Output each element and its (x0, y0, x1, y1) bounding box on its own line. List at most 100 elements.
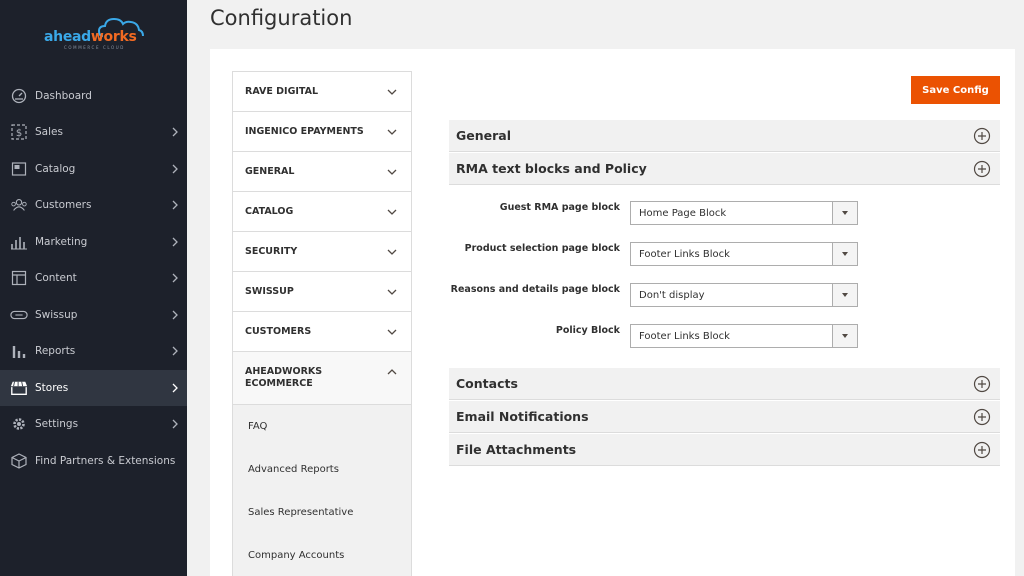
sidebar-item-swissup[interactable]: Swissup (0, 297, 187, 333)
sidebar-item-label: Settings (35, 418, 79, 430)
tab-customers[interactable]: CUSTOMERS (233, 312, 411, 352)
customers-icon (10, 196, 28, 214)
chevron-down-icon (387, 289, 397, 295)
sidebar-item-label: Swissup (35, 309, 78, 321)
dollar-icon: $ (10, 123, 28, 141)
sidebar-item-marketing[interactable]: Marketing (0, 224, 187, 260)
sidebar-item-label: Sales (35, 126, 63, 138)
save-config-button[interactable]: Save Config (911, 76, 1000, 104)
logo-subtitle: COMMERCE CLOUD (64, 45, 125, 50)
chevron-down-icon (387, 169, 397, 175)
dashboard-icon (10, 87, 28, 105)
field-label-reasons-details: Reasons and details page block (450, 284, 620, 295)
chevron-right-icon (172, 310, 178, 320)
content-icon (10, 269, 28, 287)
tab-label: CUSTOMERS (245, 326, 312, 337)
tab-catalog[interactable]: CATALOG (233, 192, 411, 232)
sidebar-item-find-partners[interactable]: Find Partners & Extensions (0, 443, 187, 479)
tab-aheadworks-ecommerce[interactable]: AHEADWORKS ECOMMERCE (233, 352, 411, 405)
logo-text: aheadworks (44, 29, 137, 45)
section-title: General (456, 128, 511, 143)
sidebar-item-label: Content (35, 272, 77, 284)
sub-item-company-accounts[interactable]: Company Accounts (233, 534, 411, 576)
config-tabs: RAVE DIGITAL INGENICO EPAYMENTS GENERAL … (232, 71, 412, 576)
section-general[interactable]: General (449, 120, 1000, 152)
chevron-up-icon (387, 369, 397, 375)
select-arrow (832, 202, 857, 224)
swissup-icon (10, 306, 28, 324)
select-arrow (832, 325, 857, 347)
tab-label: SWISSUP (245, 286, 294, 297)
triangle-down-icon (842, 334, 848, 338)
chevron-down-icon (387, 89, 397, 95)
triangle-down-icon (842, 252, 848, 256)
sidebar-item-label: Find Partners & Extensions (35, 455, 176, 467)
sidebar-item-content[interactable]: Content (0, 260, 187, 296)
select-value: Footer Links Block (639, 249, 730, 260)
sidebar-item-customers[interactable]: Customers (0, 187, 187, 223)
chevron-right-icon (172, 273, 178, 283)
field-label-policy-block: Policy Block (555, 325, 620, 336)
policy-block-select[interactable]: Footer Links Block (630, 324, 858, 348)
tab-label: CATALOG (245, 206, 294, 217)
sidebar-item-label: Reports (35, 345, 76, 357)
chevron-right-icon (172, 419, 178, 429)
plus-circle-icon (973, 160, 991, 178)
sidebar-item-sales[interactable]: $ Sales (0, 114, 187, 150)
section-file-attachments[interactable]: File Attachments (449, 434, 1000, 466)
chevron-down-icon (387, 329, 397, 335)
chevron-down-icon (387, 129, 397, 135)
sidebar-item-label: Stores (35, 382, 69, 394)
section-contacts[interactable]: Contacts (449, 368, 1000, 400)
chevron-right-icon (172, 346, 178, 356)
tab-label: RAVE DIGITAL (245, 86, 319, 97)
chevron-right-icon (172, 237, 178, 247)
section-email-notifications[interactable]: Email Notifications (449, 401, 1000, 433)
select-arrow (832, 284, 857, 306)
sidebar-item-label: Catalog (35, 163, 76, 175)
marketing-icon (10, 233, 28, 251)
svg-text:$: $ (16, 128, 22, 139)
box-icon (10, 452, 28, 470)
guest-rma-page-block-select[interactable]: Home Page Block (630, 201, 858, 225)
chevron-down-icon (387, 209, 397, 215)
tab-security[interactable]: SECURITY (233, 232, 411, 272)
reasons-details-page-block-select[interactable]: Don't display (630, 283, 858, 307)
select-value: Footer Links Block (639, 331, 730, 342)
chevron-right-icon (172, 383, 178, 393)
plus-circle-icon (973, 441, 991, 459)
tab-label: GENERAL (245, 166, 295, 177)
section-rma-text-blocks[interactable]: RMA text blocks and Policy (449, 153, 1000, 185)
tab-ingenico-epayments[interactable]: INGENICO EPAYMENTS (233, 112, 411, 152)
sidebar-item-label: Customers (35, 199, 92, 211)
aheadworks-logo[interactable]: aheadworks COMMERCE CLOUD (0, 8, 187, 58)
plus-circle-icon (973, 375, 991, 393)
sidebar-item-catalog[interactable]: Catalog (0, 151, 187, 187)
page-title: Configuration (210, 6, 353, 30)
gear-icon (10, 415, 28, 433)
sidebar-item-stores[interactable]: Stores (0, 370, 187, 406)
tab-swissup[interactable]: SWISSUP (233, 272, 411, 312)
sidebar-item-settings[interactable]: Settings (0, 406, 187, 442)
tab-rave-digital[interactable]: RAVE DIGITAL (233, 72, 411, 112)
section-title: RMA text blocks and Policy (456, 161, 647, 176)
sub-item-sales-representative[interactable]: Sales Representative (233, 491, 411, 534)
sub-item-advanced-reports[interactable]: Advanced Reports (233, 448, 411, 491)
select-value: Home Page Block (639, 208, 727, 219)
aheadworks-sub-menu: FAQ Advanced Reports Sales Representativ… (233, 405, 411, 576)
sidebar-item-label: Dashboard (35, 90, 92, 102)
stores-icon (10, 379, 28, 397)
tab-label: SECURITY (245, 246, 298, 257)
plus-circle-icon (973, 408, 991, 426)
tab-label: INGENICO EPAYMENTS (245, 126, 364, 137)
admin-sidebar: aheadworks COMMERCE CLOUD Dashboard $ Sa… (0, 0, 187, 576)
select-arrow (832, 243, 857, 265)
product-selection-page-block-select[interactable]: Footer Links Block (630, 242, 858, 266)
tab-general[interactable]: GENERAL (233, 152, 411, 192)
section-title: Email Notifications (456, 409, 589, 424)
chevron-right-icon (172, 127, 178, 137)
sub-item-faq[interactable]: FAQ (233, 405, 411, 448)
sidebar-item-dashboard[interactable]: Dashboard (0, 78, 187, 114)
sidebar-item-reports[interactable]: Reports (0, 333, 187, 369)
chevron-right-icon (172, 200, 178, 210)
